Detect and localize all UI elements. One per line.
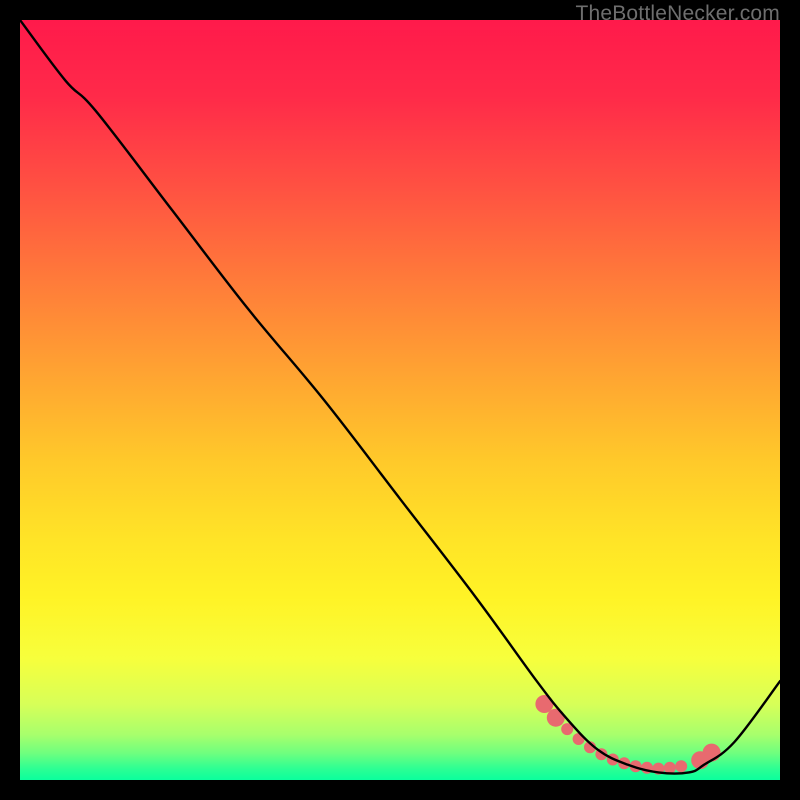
marker-group: [535, 695, 720, 775]
plot-area: [20, 20, 780, 780]
bottleneck-curve: [20, 20, 780, 773]
highlight-marker: [547, 709, 565, 727]
chart-stage: TheBottleNecker.com: [0, 0, 800, 800]
curve-layer: [20, 20, 780, 780]
highlight-marker: [675, 760, 687, 772]
watermark-text: TheBottleNecker.com: [575, 2, 780, 26]
